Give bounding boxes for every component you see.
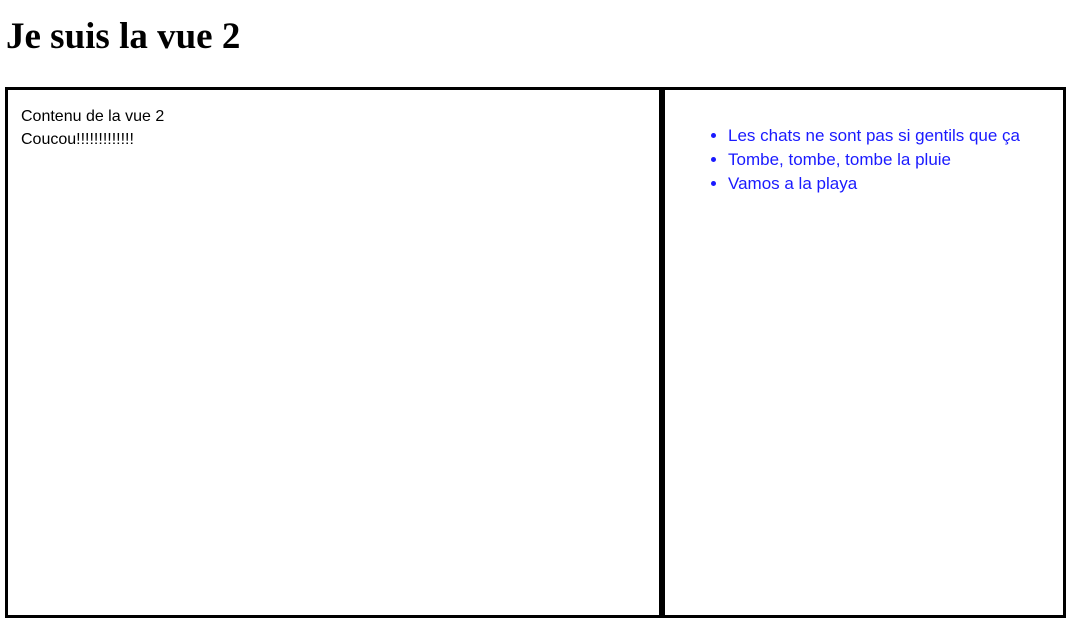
list-item: Vamos a la playa [728,172,1063,196]
side-panel: Les chats ne sont pas si gentils que ça … [661,87,1066,618]
view-content-text: Contenu de la vue 2 [21,108,165,125]
page-title: Je suis la vue 2 [6,16,241,57]
list-item: Tombe, tombe, tombe la pluie [728,148,1063,172]
list-item: Les chats ne sont pas si gentils que ça [728,124,1063,148]
content-area: Contenu de la vue 2 Coucou!!!!!!!!!!!!! … [5,87,1067,618]
greeting-text: Coucou!!!!!!!!!!!!! [21,131,134,148]
main-panel: Contenu de la vue 2 Coucou!!!!!!!!!!!!! [5,87,662,618]
link-list: Les chats ne sont pas si gentils que ça … [665,124,1063,196]
link-cats[interactable]: Les chats ne sont pas si gentils que ça [728,126,1020,145]
link-rain[interactable]: Tombe, tombe, tombe la pluie [728,150,951,169]
link-beach[interactable]: Vamos a la playa [728,174,857,193]
